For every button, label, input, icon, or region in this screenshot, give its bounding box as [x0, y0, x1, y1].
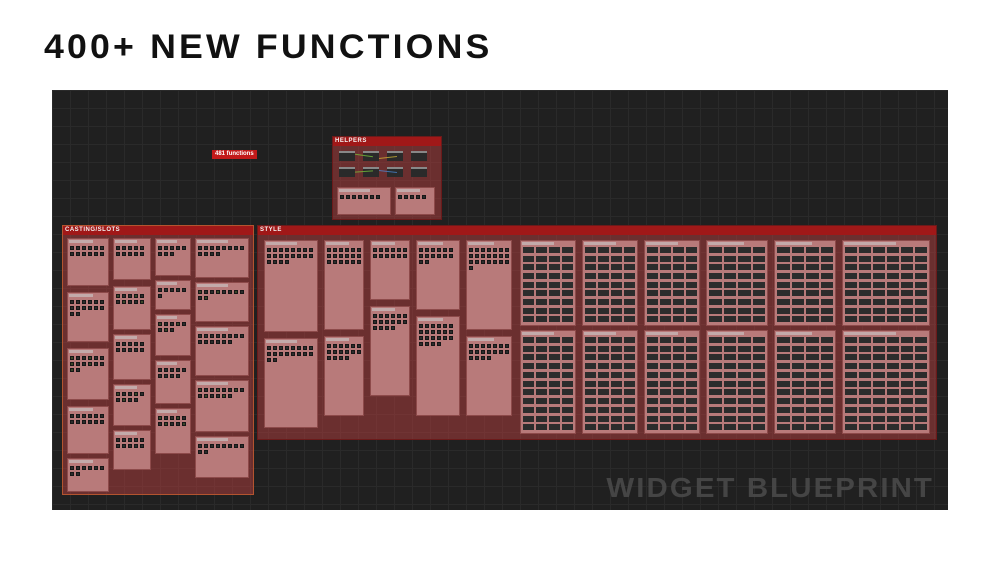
helper-panel-b[interactable]	[395, 187, 435, 215]
casting-panel[interactable]	[155, 408, 191, 454]
casting-panel[interactable]	[67, 238, 109, 286]
casting-panel[interactable]	[67, 292, 109, 342]
style-grid-panel[interactable]	[842, 330, 930, 434]
style-panel[interactable]	[466, 336, 512, 416]
style-grid-panel[interactable]	[644, 330, 700, 434]
casting-panel[interactable]	[113, 238, 151, 280]
blueprint-editor[interactable]: 481 functions HELPERS	[52, 90, 948, 510]
style-panel[interactable]	[264, 338, 318, 428]
style-grid-panel[interactable]	[582, 330, 638, 434]
casting-panel[interactable]	[195, 238, 249, 278]
style-grid-panel[interactable]	[582, 240, 638, 326]
casting-panel[interactable]	[195, 326, 249, 376]
casting-panel[interactable]	[155, 280, 191, 310]
watermark: WIDGET BLUEPRINT	[606, 472, 934, 504]
casting-panel[interactable]	[195, 436, 249, 478]
style-panel[interactable]	[324, 336, 364, 416]
style-panel[interactable]	[370, 306, 410, 396]
casting-panel[interactable]	[155, 314, 191, 356]
style-panel[interactable]	[416, 240, 460, 310]
helper-panel-a[interactable]	[337, 187, 391, 215]
helpers-group[interactable]: HELPERS	[332, 136, 442, 220]
style-grid-panel[interactable]	[706, 330, 768, 434]
style-panel[interactable]	[324, 240, 364, 330]
casting-panel[interactable]	[67, 458, 109, 492]
style-grid-panel[interactable]	[520, 330, 576, 434]
casting-panel[interactable]	[195, 282, 249, 322]
style-panel[interactable]	[416, 316, 460, 416]
casting-panel[interactable]	[113, 286, 151, 330]
casting-panel[interactable]	[113, 384, 151, 426]
style-grid-panel[interactable]	[706, 240, 768, 326]
style-panel[interactable]	[264, 240, 318, 332]
style-group[interactable]: STYLE	[257, 225, 937, 440]
style-grid-panel[interactable]	[774, 330, 836, 434]
casting-slots-header: CASTING/SLOTS	[63, 226, 253, 235]
style-grid-panel[interactable]	[520, 240, 576, 326]
casting-panel[interactable]	[155, 238, 191, 276]
casting-panel[interactable]	[195, 380, 249, 432]
style-header: STYLE	[258, 226, 936, 235]
style-panel[interactable]	[370, 240, 410, 300]
casting-panel[interactable]	[113, 334, 151, 380]
style-panel[interactable]	[466, 240, 512, 330]
casting-panel[interactable]	[67, 406, 109, 454]
style-grid-panel[interactable]	[842, 240, 930, 326]
style-grid-panel[interactable]	[644, 240, 700, 326]
slide-title: 400+ NEW FUNCTIONS	[44, 28, 492, 67]
style-grid-panel[interactable]	[774, 240, 836, 326]
casting-panel[interactable]	[67, 348, 109, 400]
casting-panel[interactable]	[155, 360, 191, 404]
casting-panel[interactable]	[113, 430, 151, 470]
helpers-header: HELPERS	[333, 137, 441, 146]
casting-slots-group[interactable]: CASTING/SLOTS	[62, 225, 254, 495]
functions-count-label: 481 functions	[212, 150, 257, 159]
